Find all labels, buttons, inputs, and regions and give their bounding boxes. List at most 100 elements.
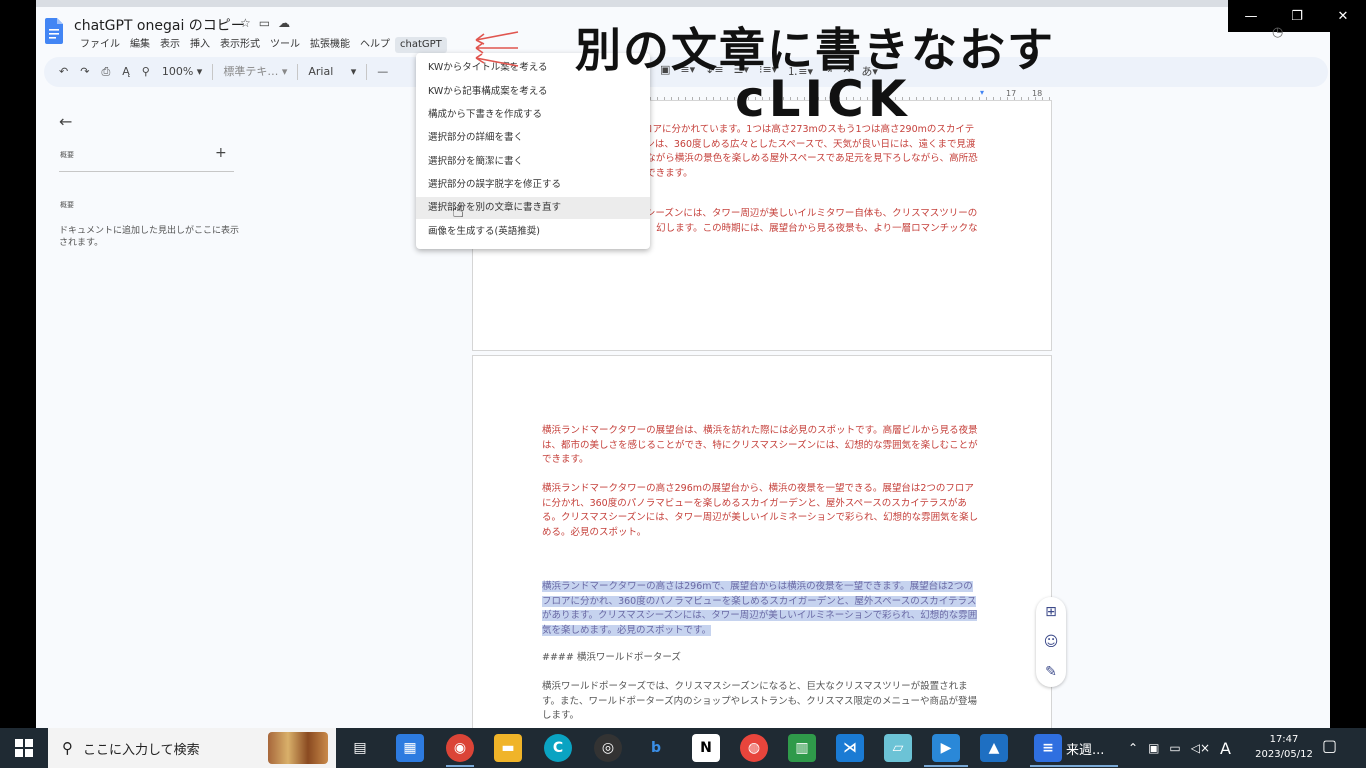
hand-cursor-icon: ☝ (452, 198, 465, 222)
menu-item-image-gen[interactable]: 画像を生成する(英語推奨) (416, 221, 650, 243)
font-size-decrease[interactable]: — (371, 63, 394, 81)
taskbar-search[interactable]: ⚲ ここに入力して検索 (48, 728, 336, 768)
redo-icon[interactable]: ↷ (74, 63, 95, 81)
ruler-tick-18: 18 (1032, 89, 1043, 98)
page2-paragraph-2[interactable]: 横浜ランドマークタワーの高さ296mの展望台から、横浜の夜景を一望できる。展望台… (542, 482, 982, 540)
letterbox-left (0, 0, 36, 728)
zoom-value: 100% (161, 65, 194, 78)
add-comment-icon[interactable]: ⊞ (1045, 604, 1057, 620)
video-editor-icon[interactable]: ▶ (932, 734, 960, 762)
undo-icon[interactable]: ↶ (53, 63, 74, 81)
volume-icon[interactable]: ◁× (1191, 741, 1210, 755)
spellcheck-icon[interactable]: Ą (116, 63, 136, 81)
toolbar-divider (297, 64, 299, 80)
menu-item-detail[interactable]: 選択部分の詳細を書く (416, 127, 650, 149)
notification-icon[interactable]: ▢ (1322, 736, 1337, 755)
clock-time: 17:47 (1269, 734, 1299, 745)
docs-task-icon[interactable]: ≡ (1034, 734, 1062, 762)
suggest-edit-icon[interactable]: ✎ (1045, 664, 1057, 680)
search-highlight-image (268, 732, 328, 764)
style-select[interactable]: 標準テキ… ▾ (217, 63, 293, 81)
search-input[interactable]: ここに入力して検索 (83, 739, 200, 758)
photos-icon[interactable]: ▲ (980, 734, 1008, 762)
windows-logo-icon (15, 739, 33, 757)
video-active-indicator (924, 765, 968, 767)
add-summary-icon[interactable]: + (215, 145, 227, 161)
start-button[interactable] (0, 728, 48, 768)
print-icon[interactable]: ⎙ (95, 63, 116, 81)
chrome-active-indicator (446, 765, 474, 767)
history-icon[interactable]: ◷ (1272, 25, 1283, 40)
chevron-up-icon[interactable]: ⌃ (1128, 741, 1138, 755)
page2-heading[interactable]: #### 横浜ワールドポーターズ (542, 651, 982, 666)
star-icon[interactable]: ☆ (240, 16, 251, 30)
docs-logo-icon[interactable] (45, 18, 63, 44)
menu-item-draft[interactable]: 構成から下書きを作成する (416, 104, 650, 126)
floating-actions: ⊞ ☺ ✎ (1036, 597, 1066, 687)
menu-view[interactable]: 表示 (155, 37, 185, 53)
style-value: 標準テキ… (223, 65, 279, 78)
docs-active-indicator (1030, 765, 1118, 767)
meet-now-icon[interactable]: ▣ (1148, 741, 1159, 755)
store-icon[interactable]: ▦ (396, 734, 424, 762)
letterbox-right (1330, 32, 1366, 728)
search-icon: ⚲ (62, 739, 73, 757)
page2-paragraph-4[interactable]: 横浜ワールドポーターズでは、クリスマスシーズンになると、巨大なクリスマスツリーが… (542, 680, 982, 724)
sheet-app-icon[interactable]: ▥ (788, 734, 816, 762)
zoom-select[interactable]: 100% ▾ (156, 63, 208, 81)
menu-format[interactable]: 表示形式 (215, 37, 265, 53)
annotation-arrows-icon (475, 31, 519, 67)
chrome-icon[interactable]: ◉ (446, 734, 474, 762)
font-value: Arial (308, 65, 334, 78)
battery-icon[interactable]: ▭ (1169, 741, 1180, 755)
doc-title[interactable]: chatGPT onegai のコピー (74, 15, 245, 35)
task-view-icon[interactable]: ▤ (346, 734, 374, 762)
title-actions: ☆ ▭ ☁ (240, 16, 290, 30)
back-arrow-icon[interactable]: ← (59, 112, 72, 131)
browser-icon[interactable]: ◍ (740, 734, 768, 762)
ime-indicator[interactable]: A (1220, 739, 1231, 758)
c-app-icon[interactable]: C (544, 734, 572, 762)
menu-tools[interactable]: ツール (265, 37, 305, 53)
ruler-tick-17: 17 (1006, 89, 1017, 98)
cloud-status-icon[interactable]: ☁ (278, 16, 290, 30)
menu-help[interactable]: ヘルプ (355, 37, 395, 53)
outline-heading: 概要 (60, 201, 74, 209)
close-button[interactable]: ✕ (1320, 0, 1366, 32)
menu-file[interactable]: ファイル (75, 37, 125, 53)
font-select[interactable]: Arial ▾ (302, 63, 362, 81)
page2-selected-paragraph[interactable]: 横浜ランドマークタワーの高さは296mで、展望台からは横浜の夜景を一望できます。… (542, 580, 982, 638)
notion-icon[interactable]: N (692, 734, 720, 762)
emoji-reaction-icon[interactable]: ☺ (1044, 634, 1059, 650)
menu-item-typo-fix[interactable]: 選択部分の誤字脱字を修正する (416, 174, 650, 196)
menu-item-outline-ideas[interactable]: KWから記事構成案を考える (416, 81, 650, 103)
paint-format-icon[interactable]: ⚲ (136, 63, 156, 81)
menu-edit[interactable]: 編集 (125, 37, 155, 53)
bing-icon[interactable]: b (642, 734, 670, 762)
outline-divider (59, 171, 234, 172)
text-selection: 横浜ランドマークタワーの高さは296mで、展望台からは横浜の夜景を一望できます。… (542, 581, 978, 636)
menu-extensions[interactable]: 拡張機能 (305, 37, 355, 53)
docs-task-label[interactable]: 来週... (1066, 739, 1104, 758)
system-tray: ⌃ ▣ ▭ ◁× A (1128, 728, 1231, 768)
window-controls: — ❐ ✕ (1228, 0, 1366, 32)
notepad-icon[interactable]: ▱ (884, 734, 912, 762)
clock[interactable]: 17:47 2023/05/12 (1254, 732, 1314, 762)
outline-summary-heading: 概要 (60, 151, 74, 159)
vscode-icon[interactable]: ⋊ (836, 734, 864, 762)
menu-chatgpt[interactable]: chatGPT (395, 37, 447, 53)
menu-insert[interactable]: 挿入 (185, 37, 215, 53)
explorer-icon[interactable]: ▬ (494, 734, 522, 762)
obs-icon[interactable]: ◎ (594, 734, 622, 762)
toolbar-divider (212, 64, 214, 80)
window-top-strip (36, 0, 1228, 7)
annotation-click: cLICK (735, 70, 911, 128)
menu-bar: ファイル 編集 表示 挿入 表示形式 ツール 拡張機能 ヘルプ chatGPT (75, 37, 447, 53)
page2-paragraph-1[interactable]: 横浜ランドマークタワーの展望台は、横浜を訪れた際には必見のスポットです。高層ビル… (542, 424, 982, 468)
right-indent-marker-icon[interactable]: ▾ (980, 88, 984, 97)
move-folder-icon[interactable]: ▭ (259, 16, 270, 30)
minimize-button[interactable]: — (1228, 0, 1274, 32)
outline-empty-note: ドキュメントに追加した見出しがここに表示されます。 (59, 226, 240, 248)
menu-item-concise[interactable]: 選択部分を簡潔に書く (416, 151, 650, 173)
toolbar-items: ↶ ↷ ⎙ Ą ⚲ 100% ▾ 標準テキ… ▾ Arial ▾ — (53, 63, 394, 81)
